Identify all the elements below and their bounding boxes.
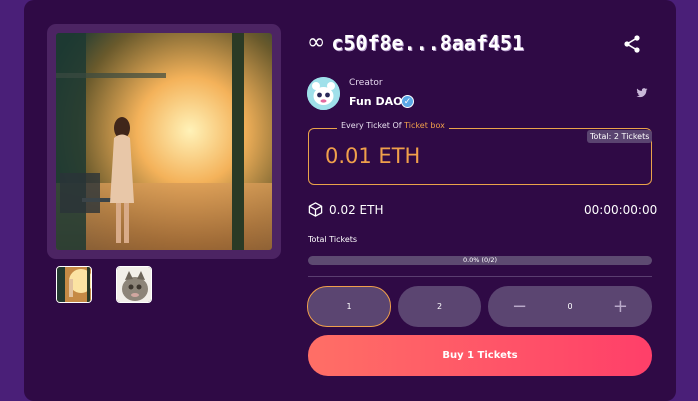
share-icon[interactable] bbox=[622, 34, 642, 54]
buy-tickets-button[interactable]: Buy 1 Tickets bbox=[308, 335, 652, 376]
creator-label: Creator bbox=[349, 78, 383, 88]
quantity-option-1[interactable]: 1 bbox=[307, 286, 391, 327]
infinity-icon: ∞ bbox=[307, 30, 326, 55]
ticket-legend-prefix: Every Ticket Of bbox=[341, 121, 402, 130]
ticket-legend-accent: Ticket box bbox=[404, 121, 445, 130]
page-title: c50f8e...8aaf451 bbox=[331, 31, 524, 55]
quantity-option-label: 2 bbox=[436, 302, 443, 311]
thumbnail-image bbox=[57, 267, 91, 302]
minus-icon[interactable]: − bbox=[512, 296, 527, 317]
avatar-image bbox=[307, 77, 340, 110]
main-artwork[interactable] bbox=[47, 24, 281, 259]
progress-text: 0.0% (0/2) bbox=[462, 256, 498, 264]
stepper-value[interactable]: 0 bbox=[567, 302, 572, 311]
ticket-price: 0.01 ETH bbox=[325, 144, 421, 168]
quantity-option-2[interactable]: 2 bbox=[398, 286, 481, 327]
ticket-legend: Every Ticket Of Ticket box bbox=[337, 121, 449, 130]
total-tickets-label: Total Tickets bbox=[308, 235, 358, 244]
twitter-icon[interactable] bbox=[636, 88, 648, 98]
plus-icon[interactable]: + bbox=[613, 296, 628, 317]
artwork-image bbox=[56, 33, 272, 250]
thumbnail-1[interactable] bbox=[56, 266, 92, 303]
eth-amount: 0.02 ETH bbox=[329, 203, 384, 217]
countdown-timer: 00:00:00:00 bbox=[584, 203, 658, 217]
quantity-stepper: − 0 + bbox=[488, 286, 652, 327]
total-tickets-badge: Total: 2 Tickets bbox=[587, 130, 653, 143]
thumbnail-2[interactable] bbox=[116, 266, 152, 303]
divider bbox=[308, 276, 652, 277]
creator-avatar[interactable] bbox=[307, 77, 340, 110]
verified-check-icon: ✓ bbox=[401, 95, 414, 108]
creator-name[interactable]: Fun DAO bbox=[349, 95, 402, 108]
thumbnail-image bbox=[117, 267, 151, 302]
cube-icon bbox=[308, 202, 323, 217]
buy-button-label: Buy 1 Tickets bbox=[442, 350, 518, 361]
title-row: ∞ c50f8e...8aaf451 bbox=[307, 31, 524, 55]
quantity-option-label: 1 bbox=[346, 302, 352, 311]
